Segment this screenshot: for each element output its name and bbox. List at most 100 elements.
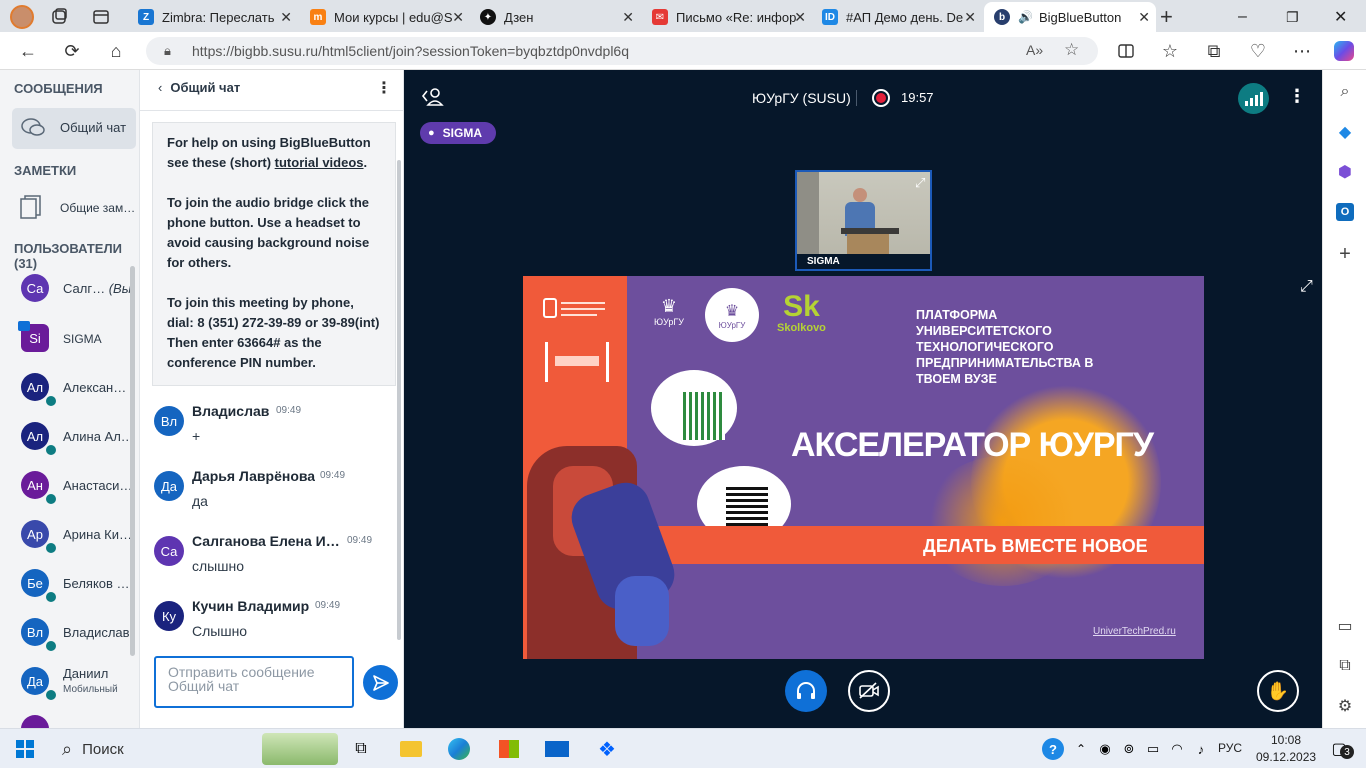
user-list-item[interactable]: Ал Алина Ал… bbox=[0, 415, 136, 461]
user-list-item[interactable]: Ал Алексан… bbox=[0, 366, 136, 412]
chat-message-input[interactable]: Отправить сообщение Общий чат bbox=[154, 656, 354, 708]
camera-tray-icon[interactable]: ◉ bbox=[1092, 737, 1118, 761]
outlook-icon[interactable]: O bbox=[1335, 202, 1355, 222]
id-icon: ID bbox=[822, 9, 838, 25]
chevron-up-icon[interactable]: ⌃ bbox=[1068, 737, 1094, 761]
webcam-label: SIGMA bbox=[807, 256, 840, 267]
fullscreen-icon[interactable]: ⤢ bbox=[915, 175, 925, 191]
close-tab-icon[interactable]: ✕ bbox=[452, 9, 464, 26]
tools-icon[interactable]: ⬢ bbox=[1335, 162, 1355, 182]
settings-gear-icon[interactable]: ⚙ bbox=[1335, 696, 1355, 716]
more-menu-icon[interactable]: ⋯ bbox=[1288, 38, 1316, 64]
search-icon: ⌕ bbox=[62, 738, 73, 759]
close-tab-icon[interactable]: ✕ bbox=[794, 9, 806, 26]
tab-moodle[interactable]: m Мои курсы | edu@S ✕ bbox=[300, 4, 470, 30]
chat-scrollbar[interactable] bbox=[397, 160, 401, 640]
performance-icon[interactable]: ♡ bbox=[1244, 38, 1272, 64]
webcam-video[interactable]: ⤢ SIGMA bbox=[795, 170, 932, 271]
hide-users-button[interactable] bbox=[420, 86, 444, 113]
audio-button[interactable] bbox=[785, 670, 827, 712]
profile-avatar-icon[interactable] bbox=[10, 4, 36, 30]
tab-mail[interactable]: ✉ Письмо «Re: инфор ✕ bbox=[642, 4, 812, 30]
volume-icon[interactable]: ♪ bbox=[1188, 737, 1214, 761]
taskbar-search[interactable]: ⌕ Поиск bbox=[52, 733, 338, 765]
user-list-item[interactable]: Вл Владислав bbox=[0, 611, 136, 657]
susu-logo: ♛ ЮУрГУ bbox=[653, 296, 684, 327]
user-list-item[interactable]: Да Даниил Мобильный bbox=[0, 660, 136, 706]
tab-id[interactable]: ID #АП Демо день. De ✕ bbox=[812, 4, 982, 30]
tab-bigbluebutton[interactable]: b 🔊 BigBlueButton ✕ bbox=[984, 2, 1156, 32]
messages-header: СООБЩЕНИЯ bbox=[14, 81, 103, 96]
location-icon[interactable]: ⊚ bbox=[1116, 737, 1142, 761]
meeting-title: ЮУрГУ (SUSU) bbox=[752, 90, 851, 106]
close-tab-icon[interactable]: ✕ bbox=[622, 9, 634, 26]
sidebar-layout-icon[interactable]: ▭ bbox=[1335, 616, 1355, 636]
store-icon[interactable] bbox=[496, 737, 522, 761]
bbb-icon: b bbox=[994, 9, 1010, 25]
avatar: Са bbox=[21, 274, 49, 302]
chat-panel: ‹ Общий чат ⋮ For help on using BigBlueB… bbox=[140, 70, 404, 728]
user-list-item[interactable]: Si SIGMA bbox=[0, 316, 136, 362]
favorite-star-icon[interactable]: ☆ bbox=[1064, 40, 1079, 60]
back-button[interactable]: ← bbox=[14, 38, 42, 64]
add-icon[interactable]: + bbox=[1335, 243, 1355, 265]
wifi-icon[interactable]: ◠ bbox=[1164, 737, 1190, 761]
close-window-button[interactable]: ✕ bbox=[1334, 4, 1358, 30]
battery-icon[interactable]: ▭ bbox=[1140, 737, 1166, 761]
user-list-item[interactable]: Бе Беляков … bbox=[0, 562, 136, 608]
search-icon[interactable]: ⌕ bbox=[1335, 82, 1355, 102]
dropbox-icon[interactable]: ❖ bbox=[594, 737, 620, 761]
chat-message: Да Дарья Лаврёнова 09:49 да bbox=[152, 467, 396, 527]
chat-message: Ку Кучин Владимир 09:49 Слышно bbox=[152, 597, 396, 657]
user-list-item[interactable]: Са Салг… (Вы) bbox=[0, 266, 136, 312]
new-tab-button[interactable]: + bbox=[1160, 4, 1186, 30]
shopping-icon[interactable]: ◆ bbox=[1335, 122, 1355, 142]
close-tab-icon[interactable]: ✕ bbox=[280, 9, 292, 26]
notifications-icon[interactable]: ▢ 3 bbox=[1326, 737, 1354, 761]
file-explorer-icon[interactable] bbox=[398, 737, 424, 761]
chat-options-icon[interactable]: ⋮ bbox=[376, 78, 392, 98]
shared-notes-item[interactable]: Общие зам… bbox=[12, 188, 136, 228]
url-bar[interactable]: 🔒︎ https://bigbb.susu.ru/html5client/joi… bbox=[146, 37, 1098, 65]
mail-app-icon[interactable] bbox=[544, 737, 570, 761]
close-tab-icon[interactable]: ✕ bbox=[964, 9, 976, 26]
help-icon[interactable]: ? bbox=[1040, 737, 1066, 761]
open-external-icon[interactable]: ⧉ bbox=[1335, 656, 1355, 676]
moodle-icon: m bbox=[310, 9, 326, 25]
user-list-scrollbar[interactable] bbox=[130, 266, 135, 656]
close-tab-icon[interactable]: ✕ bbox=[1138, 9, 1150, 26]
language-indicator[interactable]: РУС bbox=[1218, 741, 1242, 755]
clock[interactable]: 10:08 09.12.2023 bbox=[1256, 732, 1316, 766]
raise-hand-button[interactable]: ✋ bbox=[1257, 670, 1299, 712]
windows-start-icon[interactable] bbox=[12, 737, 38, 761]
tab-actions-icon[interactable] bbox=[92, 4, 118, 30]
microphone-icon: ● bbox=[428, 127, 435, 139]
connection-status-button[interactable] bbox=[1238, 83, 1269, 114]
tab-dzen[interactable]: ✦ Дзен ✕ bbox=[470, 4, 640, 30]
user-list-item[interactable]: Ар Арина Ки… bbox=[0, 513, 136, 559]
minimize-button[interactable]: – bbox=[1238, 4, 1262, 30]
collections-icon[interactable] bbox=[50, 4, 76, 30]
main-options-icon[interactable]: ⋮ bbox=[1288, 86, 1306, 107]
send-message-button[interactable] bbox=[363, 665, 398, 700]
task-view-icon[interactable]: ⧉ bbox=[348, 737, 374, 761]
copilot-icon[interactable] bbox=[1330, 38, 1358, 64]
address-toolbar: ← ⟳ ⌂ 🔒︎ https://bigbb.susu.ru/html5clie… bbox=[0, 32, 1366, 70]
fullscreen-icon[interactable]: ⤢ bbox=[1300, 278, 1313, 296]
split-screen-icon[interactable] bbox=[1112, 38, 1140, 64]
read-aloud-icon[interactable]: A» bbox=[1026, 42, 1043, 58]
tutorial-videos-link[interactable]: tutorial videos bbox=[275, 155, 364, 170]
favorites-icon[interactable]: ☆ bbox=[1156, 38, 1184, 64]
tab-zimbra[interactable]: Z Zimbra: Переслать ✕ bbox=[128, 4, 298, 30]
public-chat-item[interactable]: Общий чат bbox=[12, 108, 136, 149]
refresh-button[interactable]: ⟳ bbox=[58, 38, 86, 64]
recording-indicator[interactable] bbox=[872, 89, 890, 107]
user-list-item[interactable]: Ан Анастаси… bbox=[0, 464, 136, 510]
restore-button[interactable]: ❐ bbox=[1286, 4, 1310, 30]
chat-back-button[interactable]: ‹ Общий чат bbox=[158, 80, 240, 95]
camera-toggle-button[interactable] bbox=[848, 670, 890, 712]
susu-round-logo: ♛ ЮУрГУ bbox=[705, 288, 759, 342]
collections-toolbar-icon[interactable]: ⧉ bbox=[1200, 38, 1228, 64]
edge-browser-icon[interactable] bbox=[446, 737, 472, 761]
home-button[interactable]: ⌂ bbox=[102, 38, 130, 64]
